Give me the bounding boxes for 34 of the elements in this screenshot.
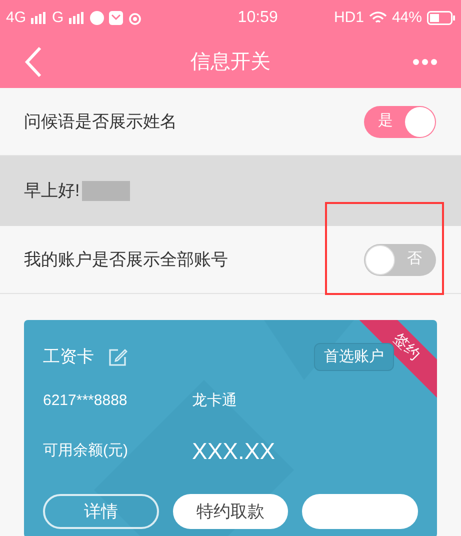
battery-percent: 44% xyxy=(392,8,422,28)
mail-icon xyxy=(108,11,123,25)
more-icon xyxy=(413,59,437,65)
ball-icon xyxy=(90,11,104,25)
wifi-icon xyxy=(368,11,387,25)
setting-label: 我的账户是否展示全部账号 xyxy=(24,248,228,271)
toggle-switch[interactable]: 否 xyxy=(364,244,436,276)
toggle-switch[interactable]: 是 xyxy=(364,106,436,138)
hd-label: HD1 xyxy=(334,8,364,28)
toggle-knob xyxy=(405,106,435,136)
card-number: 6217***8888 xyxy=(43,390,128,411)
greeting-text: 早上好! xyxy=(24,180,80,202)
blurred-name xyxy=(82,181,130,201)
action-button[interactable] xyxy=(302,494,418,529)
network-label: G xyxy=(52,8,64,28)
preferred-tag: 首选账户 xyxy=(314,342,394,372)
signal-icon xyxy=(31,12,48,24)
action-button[interactable]: 特约取款 xyxy=(172,494,288,529)
balance-label: 可用余额(元) xyxy=(43,440,129,461)
card-name: 工资卡 xyxy=(43,346,94,368)
details-button[interactable]: 详情 xyxy=(43,494,159,529)
battery-icon xyxy=(427,11,455,25)
setting-label: 问候语是否展示姓名 xyxy=(24,110,177,133)
back-icon xyxy=(24,46,42,78)
clock: 10:59 xyxy=(238,8,278,28)
toggle-label: 是 xyxy=(378,111,393,132)
balance-amount: XXX.XX xyxy=(192,436,276,466)
toggle-label: 否 xyxy=(407,249,422,270)
edit-icon[interactable] xyxy=(108,347,128,367)
page-title: 信息开关 xyxy=(190,50,270,75)
card-type: 龙卡通 xyxy=(192,390,237,411)
signal-icon xyxy=(68,12,85,24)
toggle-knob xyxy=(365,244,395,274)
network-label: 4G xyxy=(6,8,26,28)
